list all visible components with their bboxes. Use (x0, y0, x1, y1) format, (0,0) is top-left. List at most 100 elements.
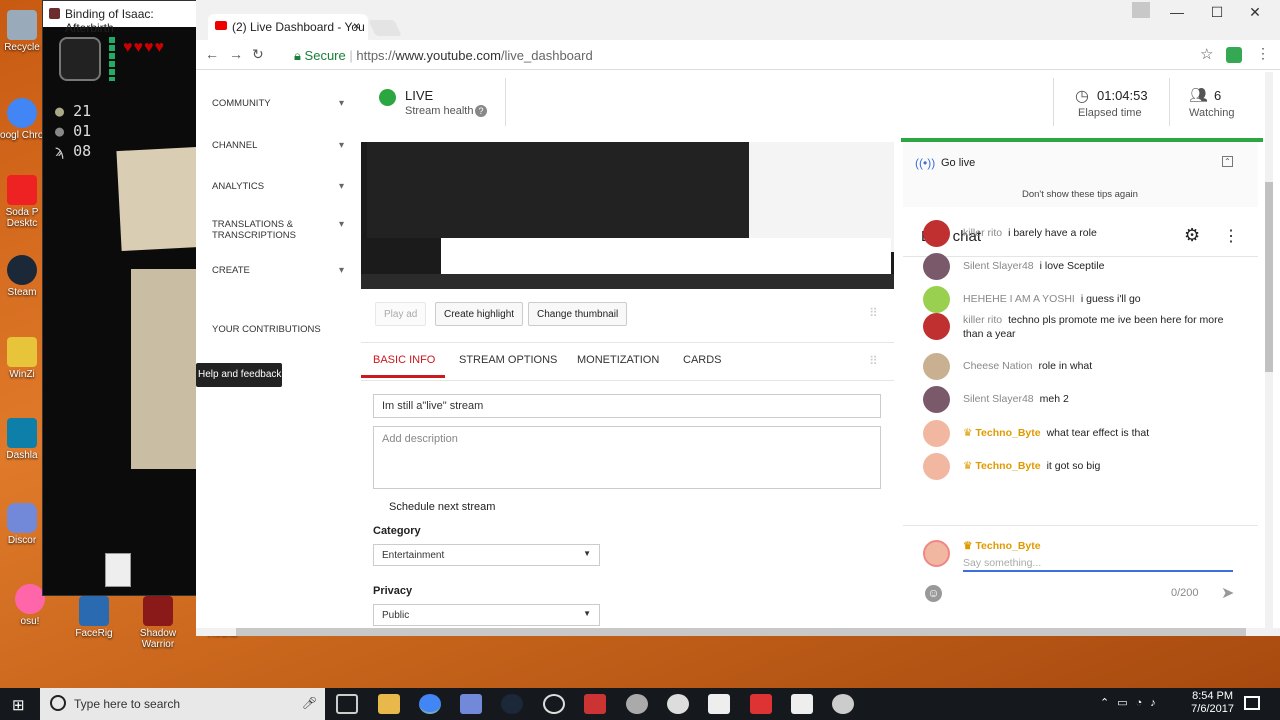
profile-icon[interactable] (1132, 2, 1150, 18)
back-icon[interactable]: ← (205, 46, 219, 62)
menu-icon[interactable]: ⋮ (1256, 45, 1270, 62)
tab-basic-info[interactable]: BASIC INFO (373, 354, 435, 366)
game-taskbar-icon[interactable] (832, 694, 854, 714)
create-highlight-button[interactable]: Create highlight (435, 302, 524, 326)
sidebar-item-contributions[interactable]: YOUR CONTRIBUTIONS (196, 324, 356, 335)
gift-taskbar-icon[interactable] (750, 694, 772, 714)
category-value: Entertainment (382, 550, 445, 561)
help-icon[interactable]: ? (475, 105, 487, 117)
sidebar-item-channel[interactable]: CHANNEL ▾ (196, 140, 356, 151)
forward-icon[interactable]: → (229, 46, 243, 62)
stream-health-label[interactable]: Stream health (405, 105, 473, 117)
xbox-taskbar-icon[interactable] (667, 694, 689, 714)
message-text: i guess i'll go (1080, 293, 1141, 305)
windows-start-icon[interactable]: ⊞ (12, 696, 25, 714)
schedule-checkbox[interactable] (375, 500, 387, 512)
drag-handle-icon[interactable]: ⠿ (869, 354, 878, 368)
collapse-icon[interactable]: ⌃ (1222, 156, 1233, 167)
composer-author: ♛ Techno_Byte (963, 540, 1041, 552)
tab-stream-options[interactable]: STREAM OPTIONS (459, 354, 557, 366)
notifications-icon[interactable] (1244, 696, 1260, 710)
stream-preview[interactable] (361, 142, 894, 289)
bookmark-star-icon[interactable]: ☆ (1200, 45, 1213, 63)
chat-input[interactable]: Say something... (963, 554, 1233, 572)
store-taskbar-icon[interactable] (708, 694, 730, 714)
facerig-desktop-icon[interactable]: FaceRig (64, 596, 124, 639)
youtube-icon (215, 21, 227, 30)
title-input[interactable]: Im still a"live" stream (373, 394, 881, 418)
tab-bar: (2) Live Dashboard - You × — ☐ ✕ (196, 0, 1280, 40)
isaac-taskbar-icon[interactable] (584, 694, 606, 714)
sidebar-item-community[interactable]: COMMUNITY ▾ (196, 98, 356, 109)
close-tab-icon[interactable]: × (353, 19, 360, 33)
message-author[interactable]: Silent Slayer48 (963, 393, 1034, 405)
card-icon (105, 553, 131, 587)
cortana-icon (50, 695, 66, 711)
message-author[interactable]: killer rito (963, 227, 1002, 239)
facerig-taskbar-icon[interactable] (626, 694, 648, 714)
category-select[interactable]: Entertainment ▼ (373, 544, 600, 566)
go-live-tips: ((•)) Go live ⌃ Don't show these tips ag… (903, 142, 1258, 207)
close-window-icon[interactable]: ✕ (1236, 4, 1274, 21)
sidebar-item-create[interactable]: CREATE ▾ (196, 265, 356, 276)
char-counter: 0/200 (1171, 587, 1199, 599)
taskbar-clock[interactable]: 8:54 PM 7/6/2017 (1191, 690, 1234, 716)
description-textarea[interactable]: Add description (373, 426, 881, 489)
url-domain: www.youtube.com (395, 48, 501, 63)
crown-icon: ♛ (963, 427, 973, 439)
sidebar-item-translations[interactable]: TRANSLATIONS & TRANSCRIPTIONS ▾ (196, 219, 346, 241)
task-view-icon[interactable] (336, 694, 358, 714)
system-tray-icons[interactable]: ⌃▭◔♪ (1100, 696, 1164, 709)
clock-date: 7/6/2017 (1191, 703, 1234, 715)
item-pedestal-card (116, 146, 202, 252)
message-author[interactable]: killer rito (963, 314, 1002, 326)
taskbar-search[interactable]: Type here to search 🎤︎ (40, 688, 325, 720)
drag-handle-icon[interactable]: ⠿ (869, 306, 878, 320)
obs-taskbar-icon[interactable] (543, 694, 565, 714)
message-author[interactable]: Silent Slayer48 (963, 260, 1034, 272)
maximize-icon[interactable]: ☐ (1198, 4, 1236, 21)
steam-taskbar-icon[interactable] (501, 694, 523, 714)
url-field[interactable]: 🔒︎ Secure | https://www.youtube.com/live… (278, 44, 1218, 66)
play-ad-button[interactable]: Play ad (375, 302, 427, 326)
extension-icon[interactable] (1226, 47, 1242, 63)
privacy-select[interactable]: Public ▼ (373, 604, 600, 626)
game-window[interactable]: Binding of Isaac: Afterbirth ♥♥♥♥ ● 21 ●… (42, 0, 202, 596)
new-tab-button[interactable] (368, 20, 402, 36)
change-thumbnail-button[interactable]: Change thumbnail (528, 302, 628, 326)
clock-icon: ◷ (1075, 88, 1089, 105)
browser-tab[interactable]: (2) Live Dashboard - You × (208, 14, 368, 40)
reload-icon[interactable]: ↻ (252, 46, 264, 63)
avatar (923, 220, 950, 247)
shadow-warrior-desktop-icon[interactable]: Shadow Warrior (128, 596, 188, 650)
horizontal-scrollbar[interactable] (196, 628, 1280, 636)
tab-monetization[interactable]: MONETIZATION (577, 354, 659, 366)
minimize-icon[interactable]: — (1158, 4, 1196, 20)
file-explorer-icon[interactable] (378, 694, 400, 714)
sidebar-item-analytics[interactable]: ANALYTICS ▾ (196, 181, 356, 192)
page-scrollbar[interactable] (1265, 72, 1273, 628)
message-author[interactable]: Techno_Byte (975, 460, 1040, 472)
divider (1169, 78, 1170, 126)
message-author[interactable]: Techno_Byte (975, 427, 1040, 439)
schedule-label[interactable]: Schedule next stream (389, 501, 495, 513)
message-author[interactable]: Cheese Nation (963, 360, 1032, 372)
message-text: it got so big (1046, 460, 1101, 472)
chevron-down-icon: ▾ (338, 181, 344, 192)
message-author[interactable]: HEHEHE I AM A YOSHI (963, 293, 1075, 305)
emoji-icon[interactable]: ☺ (925, 585, 942, 602)
send-icon[interactable]: ➤ (1221, 583, 1234, 603)
dropdown-arrow-icon: ▼ (583, 549, 591, 558)
chat-message: Cheese Nation role in what (923, 353, 1233, 380)
dismiss-tips-link[interactable]: Don't show these tips again (1022, 189, 1138, 200)
divider (505, 78, 506, 126)
mail-taskbar-icon[interactable] (791, 694, 813, 714)
help-feedback-tooltip[interactable]: Help and feedback (196, 363, 282, 387)
chrome-taskbar-icon[interactable] (419, 694, 441, 714)
tab-cards[interactable]: CARDS (683, 354, 722, 366)
address-bar-row: ← → ↻ 🔒︎ Secure | https://www.youtube.co… (196, 40, 1280, 70)
chevron-down-icon: ▾ (338, 265, 344, 276)
browser-window[interactable]: (2) Live Dashboard - You × — ☐ ✕ ← → ↻ 🔒… (196, 0, 1280, 636)
microphone-icon[interactable]: 🎤︎ (302, 696, 317, 710)
discord-taskbar-icon[interactable] (460, 694, 482, 714)
